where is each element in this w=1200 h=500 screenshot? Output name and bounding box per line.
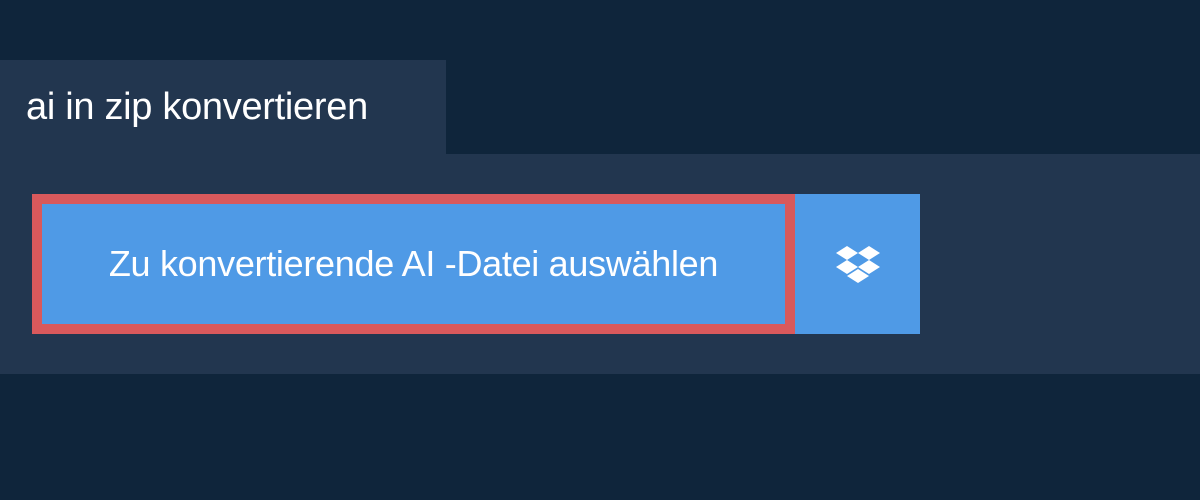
page: ai in zip konvertieren Zu konvertierende…: [0, 0, 1200, 500]
dropbox-icon: [835, 244, 880, 284]
tab-title: ai in zip konvertieren: [26, 85, 368, 128]
converter-tab: ai in zip konvertieren: [0, 60, 446, 154]
select-file-label: Zu konvertierende AI -Datei auswählen: [108, 243, 719, 284]
select-file-button[interactable]: Zu konvertierende AI -Datei auswählen: [32, 194, 795, 334]
dropbox-button[interactable]: [795, 194, 920, 334]
